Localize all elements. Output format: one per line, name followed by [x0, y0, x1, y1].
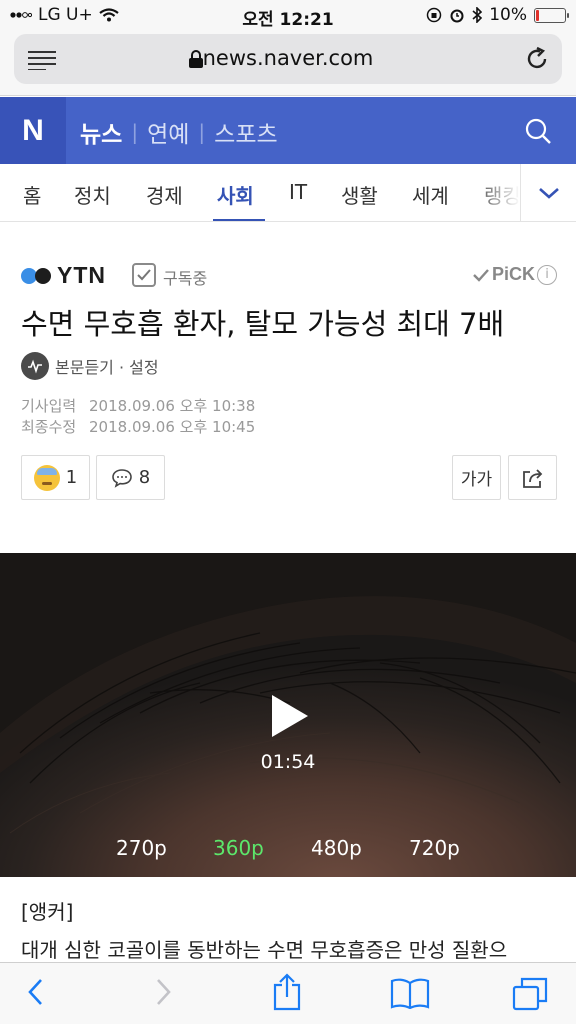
check-icon: [473, 268, 489, 282]
service-tabs: 뉴스 | 연예 | 스포츠: [80, 115, 278, 149]
bluetooth-icon: [472, 7, 483, 23]
category-life[interactable]: 생활: [341, 180, 378, 209]
tab-entertainment[interactable]: 연예: [147, 115, 189, 149]
naver-logo[interactable]: N: [0, 97, 66, 164]
sad-face-icon: [33, 464, 60, 491]
subscribed-check-icon[interactable]: [132, 263, 156, 287]
share-button[interactable]: [508, 455, 557, 500]
url-text: news.naver.com: [202, 46, 374, 70]
category-it[interactable]: IT: [289, 180, 307, 204]
reload-icon[interactable]: [524, 46, 550, 72]
tab-divider: |: [198, 120, 206, 144]
address-bar[interactable]: news.naver.com: [14, 34, 562, 84]
date-label: 최종수정: [21, 418, 77, 436]
comment-count: 8: [138, 467, 151, 488]
info-icon[interactable]: i: [537, 265, 557, 285]
category-world[interactable]: 세계: [412, 180, 449, 209]
date-value: 2018.09.06 오후 10:38: [89, 397, 256, 415]
status-bar: LG U+ 오전 12:21 10%: [0, 0, 576, 30]
quality-270p[interactable]: 270p: [116, 836, 167, 860]
modified-date: 최종수정 2018.09.06 오후 10:45: [21, 417, 255, 438]
active-category-underline: [213, 219, 265, 221]
listen-label[interactable]: 본문듣기 · 설정: [55, 354, 159, 378]
share-icon: [522, 468, 542, 488]
category-home[interactable]: 홈: [23, 180, 41, 209]
search-icon[interactable]: [524, 117, 552, 145]
category-tabs: 홈 정치 경제 사회 IT 생활 세계 랭킹: [0, 164, 576, 222]
date-label: 기사입력: [21, 397, 77, 415]
subscribe-label[interactable]: 구독중: [163, 265, 207, 289]
naver-header: N 뉴스 | 연예 | 스포츠: [0, 97, 576, 164]
chevron-down-icon: [538, 188, 559, 199]
browser-toolbar: [0, 962, 576, 1024]
battery-level: [536, 9, 539, 21]
body-line: [앵커]: [21, 900, 74, 924]
comment-icon: [111, 468, 132, 488]
browser-address-area: news.naver.com: [0, 30, 576, 96]
play-icon[interactable]: [270, 693, 310, 739]
press-row: YTN 구독중 PiCK i: [21, 262, 557, 290]
article-dates: 기사입력 2018.09.06 오후 10:38 최종수정 2018.09.06 오…: [21, 396, 255, 438]
quality-720p[interactable]: 720p: [409, 836, 460, 860]
published-date: 기사입력 2018.09.06 오후 10:38: [21, 396, 255, 417]
tab-divider: |: [131, 120, 139, 144]
category-economy[interactable]: 경제: [146, 180, 183, 209]
comment-button[interactable]: 8: [96, 455, 165, 500]
battery-percent: 10%: [489, 5, 527, 25]
ytn-logo-dot-black: [35, 268, 51, 284]
alarm-icon: [450, 9, 464, 23]
pick-badge: PiCK: [473, 264, 535, 285]
tab-sports[interactable]: 스포츠: [214, 115, 277, 149]
video-player[interactable]: 01:54 270p 360p 480p 720p: [0, 553, 576, 877]
share-sheet-icon[interactable]: [272, 973, 302, 1011]
back-icon[interactable]: [25, 977, 47, 1007]
press-logo[interactable]: YTN: [57, 262, 106, 289]
pick-label: PiCK: [491, 264, 535, 284]
audio-listen-icon: [21, 352, 49, 380]
category-more-button[interactable]: [520, 164, 576, 221]
article-body: [앵커] 대개 심한 코골이를 동반하는 수면 무호흡증은 만성 질환으: [21, 893, 561, 969]
orientation-lock-icon: [426, 7, 442, 23]
tab-news[interactable]: 뉴스: [80, 115, 122, 149]
category-fade: [470, 164, 520, 221]
listen-row[interactable]: 본문듣기 · 설정: [21, 352, 159, 380]
bookmarks-icon[interactable]: [390, 977, 430, 1009]
article-title: 수면 무호흡 환자, 탈모 가능성 최대 7배: [21, 307, 505, 341]
font-size-label: 가가: [460, 470, 493, 490]
reaction-count: 1: [65, 467, 78, 488]
video-duration: 01:54: [260, 751, 316, 773]
date-value: 2018.09.06 오후 10:45: [89, 418, 256, 436]
forward-icon[interactable]: [152, 977, 174, 1007]
quality-480p[interactable]: 480p: [311, 836, 362, 860]
category-politics[interactable]: 정치: [74, 180, 111, 209]
font-size-button[interactable]: 가가: [452, 455, 501, 500]
category-society[interactable]: 사회: [217, 180, 254, 209]
battery-icon: [534, 7, 569, 23]
quality-360p[interactable]: 360p: [213, 836, 264, 860]
reaction-button[interactable]: 1: [21, 455, 90, 500]
tabs-icon[interactable]: [512, 977, 548, 1011]
